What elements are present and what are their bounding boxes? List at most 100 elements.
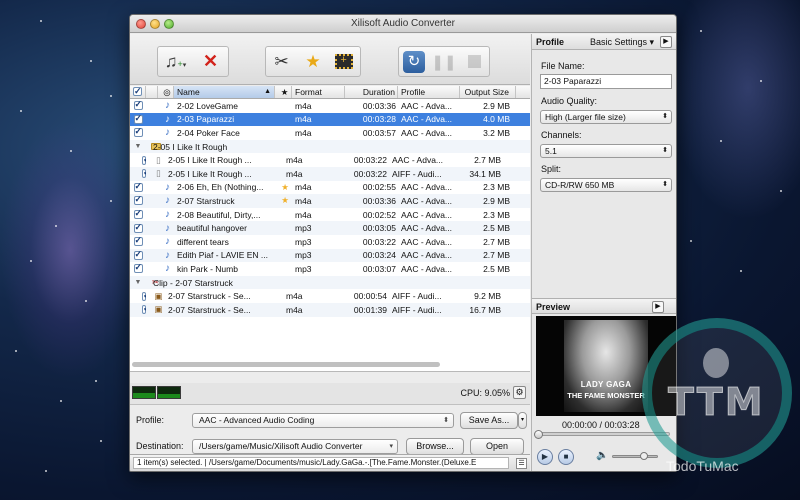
row-profile: AIFF - Audi... [392, 168, 442, 179]
column-profile[interactable]: Profile [398, 86, 460, 98]
column-duration[interactable]: Duration [345, 86, 398, 98]
row-checkbox[interactable] [130, 128, 146, 138]
table-row[interactable]: ♪ 2-02 LoveGame m4a 00:03:36 AAC - Adva... 2.… [130, 99, 530, 113]
row-duration: 00:02:55 [362, 182, 396, 193]
column-name[interactable]: Name ▲ [174, 86, 275, 98]
table-row[interactable]: ♪ 2-07 Starstruck ★ m4a 00:03:36 AAC - Adva..… [130, 194, 530, 208]
table-row[interactable]: ▼ ✂ Clip - 2-07 Starstruck [130, 275, 530, 290]
row-type-icon: ♪ [158, 182, 174, 193]
row-output-size: 2.5 MB [483, 263, 510, 274]
wallpaper-galaxy [0, 120, 140, 380]
cpu-settings-icon[interactable]: ⚙ [513, 386, 526, 399]
save-as-button[interactable]: Save As... [460, 412, 518, 429]
table-row[interactable]: ▯ 2-05 I Like It Rough ... m4a 00:03:22 AIFF… [130, 166, 530, 181]
table-row[interactable]: ▯ 2-05 I Like It Rough ... m4a 00:03:22 AAC … [130, 153, 530, 167]
column-output-size[interactable]: Output Size [460, 86, 516, 98]
row-profile: AAC - Adva... [401, 209, 453, 220]
table-row[interactable]: ♪ different tears mp3 00:03:22 AAC - Adva...… [130, 235, 530, 249]
table-row[interactable]: ♪ kin Park - Numb mp3 00:03:07 AAC - Adva...… [130, 262, 530, 276]
disclosure-triangle-icon[interactable]: ▼ [135, 279, 142, 286]
preview-expand-button[interactable]: ▶ [652, 301, 664, 313]
browse-button[interactable]: Browse... [406, 438, 464, 455]
table-row[interactable]: ♪ 2-03 Paparazzi m4a 00:03:28 AAC - Adva... 4… [130, 112, 530, 127]
row-checkbox[interactable] [130, 237, 146, 247]
row-output-size: 2.9 MB [483, 195, 510, 206]
row-checkbox[interactable] [130, 196, 146, 206]
file-icon: ▯ [156, 154, 161, 165]
column-format[interactable]: Format [292, 86, 345, 98]
row-checkbox[interactable] [130, 210, 146, 220]
select-all-checkbox[interactable] [130, 86, 146, 98]
row-checkbox[interactable] [130, 291, 146, 301]
window-title: Xilisoft Audio Converter [351, 18, 455, 29]
stop-icon: ■ [563, 452, 569, 461]
profile-select[interactable]: AAC - Advanced Audio Coding ⬍ [192, 413, 454, 428]
scissors-icon: ✂ [274, 51, 289, 71]
row-checkbox[interactable] [130, 114, 146, 124]
stop-preview-button[interactable]: ■ [558, 449, 574, 465]
zoom-window-button[interactable] [164, 19, 174, 29]
convert-button[interactable]: ↻ [401, 50, 427, 74]
row-checkbox[interactable] [130, 264, 146, 274]
row-type-icon: ♪ [158, 236, 174, 247]
music-note-icon: ♪ [165, 236, 170, 248]
effects-button[interactable]: ★ [300, 50, 326, 74]
audio-quality-label: Audio Quality: [541, 96, 598, 106]
row-checkbox[interactable] [130, 155, 146, 165]
merge-button[interactable]: + [331, 50, 357, 74]
row-checkbox[interactable] [130, 101, 146, 111]
row-checkbox[interactable]: ▼ [130, 279, 146, 286]
channels-select[interactable]: 5.1 ⬍ [540, 144, 672, 158]
channels-label: Channels: [541, 130, 582, 140]
row-checkbox[interactable] [130, 250, 146, 260]
row-type-icon: ♪ [158, 209, 174, 220]
open-button[interactable]: Open [470, 438, 524, 455]
chevron-updown-icon: ⬍ [662, 147, 668, 154]
horizontal-scrollbar[interactable] [130, 361, 530, 368]
row-star: ★ [281, 195, 289, 206]
row-output-size: 2.7 MB [483, 236, 510, 247]
play-button[interactable]: ▶ [537, 449, 553, 465]
column-star[interactable]: ★ [275, 86, 292, 98]
add-music-button[interactable]: ♫+▾ [163, 50, 189, 74]
play-icon: ▶ [541, 452, 549, 461]
clip-button[interactable]: ✂ [269, 50, 295, 74]
log-icon[interactable]: ☰ [516, 458, 527, 469]
minimize-window-button[interactable] [150, 19, 160, 29]
table-row[interactable]: ♪ 2-08 Beautiful, Dirty,... m4a 00:02:52 AAC… [130, 208, 530, 222]
row-checkbox[interactable]: ▼ [130, 143, 146, 150]
row-checkbox[interactable] [130, 223, 146, 233]
row-format: mp3 [295, 223, 312, 234]
save-as-menu-button[interactable]: ▾ [518, 412, 527, 429]
table-row[interactable]: ▣ 2-07 Starstruck - Se... m4a 00:00:54 AIFF … [130, 289, 530, 303]
table-row[interactable]: ▼ 2-05 I Like It Rough [130, 139, 530, 154]
table-row[interactable]: ♪ beautiful hangover mp3 00:03:05 AAC - Adva… [130, 221, 530, 235]
row-checkbox[interactable] [130, 169, 146, 179]
table-row[interactable]: ▣ 2-07 Starstruck - Se... m4a 00:01:39 AIFF … [130, 302, 530, 317]
row-profile: AAC - Adva... [401, 182, 453, 193]
basic-settings-dropdown[interactable]: Basic Settings ▾ [590, 37, 654, 48]
music-note-icon: ♪ [165, 127, 170, 139]
split-select[interactable]: CD-R/RW 650 MB ⬍ [540, 178, 672, 192]
pause-button[interactable]: ❚❚ [431, 50, 457, 74]
row-checkbox[interactable] [130, 182, 146, 192]
row-output-size: 4.0 MB [483, 114, 510, 125]
table-row[interactable]: ♪ Edith Piaf - LAVIE EN ... mp3 00:03:24 AAC… [130, 248, 530, 263]
table-row[interactable]: ♪ 2-06 Eh, Eh (Nothing... ★ m4a 00:02:55 AAC … [130, 181, 530, 195]
close-window-button[interactable] [136, 19, 146, 29]
disclosure-triangle-icon[interactable]: ▼ [135, 143, 142, 150]
row-duration: 00:03:07 [362, 263, 396, 274]
stop-button[interactable] [461, 50, 487, 74]
destination-select[interactable]: /Users/game/Music/Xilisoft Audio Convert… [192, 439, 398, 454]
timeline-knob[interactable] [534, 430, 543, 439]
remove-button[interactable]: ✕ [198, 50, 224, 74]
table-row[interactable]: ♪ 2-04 Poker Face m4a 00:03:57 AAC - Adva...… [130, 126, 530, 140]
row-checkbox[interactable] [130, 305, 146, 315]
profile-panel-header: Profile Basic Settings ▾ ▶ [532, 34, 676, 50]
preview-title: Preview [536, 302, 571, 312]
star [110, 200, 112, 202]
audio-quality-select[interactable]: High (Larger file size) ⬍ [540, 110, 672, 124]
expand-panel-button[interactable]: ▶ [660, 36, 672, 48]
column-type[interactable]: ◎ [158, 86, 174, 98]
file-name-input[interactable]: 2-03 Paparazzi [540, 74, 672, 89]
